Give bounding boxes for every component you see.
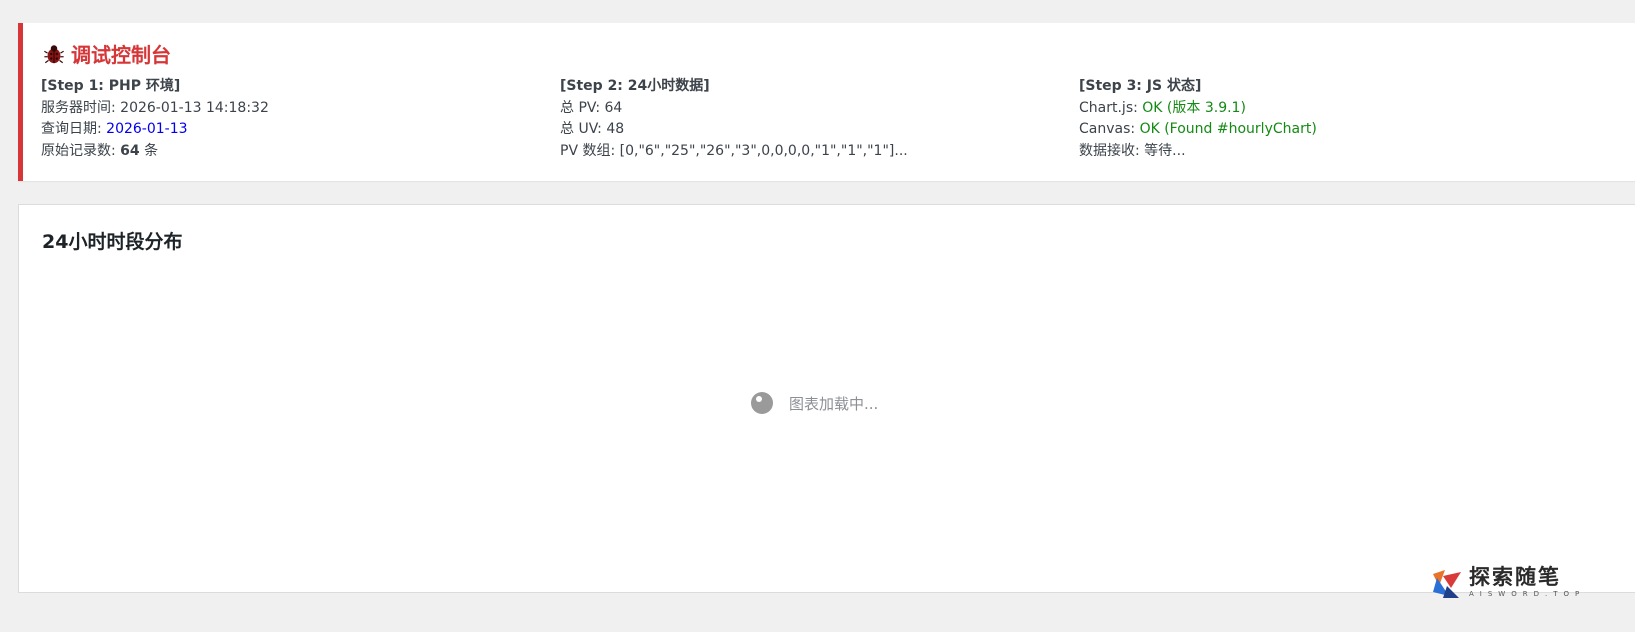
pv-array-label: PV 数组: [560,142,620,159]
canvas-status: OK (Found #hourlyChart) [1139,121,1317,137]
chartjs-status: OK (版本 3.9.1) [1142,99,1246,116]
total-uv-row: 总 UV: 48 [560,119,908,141]
canvas-label: Canvas: [1079,121,1140,137]
step2-column: [Step 2: 24小时数据] 总 PV: 64 总 UV: 48 PV 数组… [560,76,908,162]
watermark-en: AISWORD.TOP [1469,590,1586,598]
step3-header: [Step 3: JS 状态] [1079,78,1202,94]
total-pv-row: 总 PV: 64 [560,98,908,120]
debug-console-title: 调试控制台 [43,39,171,68]
watermark-logo-icon [1433,570,1461,598]
site-watermark: 探索随笔 AISWORD.TOP [1429,566,1585,602]
step1-header: [Step 1: PHP 环境] [41,78,181,94]
raw-count-label: 原始记录数: [41,142,121,159]
data-receive-status: 等待... [1144,142,1186,159]
query-date-label: 查询日期: [41,121,107,137]
loading-spinner-icon [751,392,773,414]
raw-count-row: 原始记录数: 64 条 [41,141,269,163]
watermark-text: 探索随笔 AISWORD.TOP [1469,566,1585,598]
server-time-row: 服务器时间: 2026-01-13 14:18:32 [41,98,269,120]
chartjs-row: Chart.js: OK (版本 3.9.1) [1079,98,1317,120]
step1-column: [Step 1: PHP 环境] 服务器时间: 2026-01-13 14:18… [41,76,269,162]
data-receive-label: 数据接收: [1079,142,1145,159]
query-date-row: 查询日期: 2026-01-13 [41,119,269,141]
step3-column: [Step 3: JS 状态] Chart.js: OK (版本 3.9.1) … [1079,76,1317,162]
chart-panel-title: 24小时时段分布 [42,231,183,253]
total-uv-label: 总 UV: [560,121,607,137]
total-pv-value: 64 [604,99,623,116]
hourly-chart-panel: 24小时时段分布 图表加载中... [18,204,1635,593]
query-date-value: 2026-01-13 [106,121,188,137]
raw-count-value: 64 [120,142,140,159]
raw-count-unit: 条 [139,142,159,159]
watermark-cn: 探索随笔 [1469,564,1561,589]
pv-array-row: PV 数组: [0,"6","25","26","3",0,0,0,0,"1",… [560,141,908,163]
canvas-row: Canvas: OK (Found #hourlyChart) [1079,119,1317,141]
server-time-value: 2026-01-13 14:18:32 [120,99,269,116]
total-uv-value: 48 [606,121,625,137]
bug-icon [44,44,64,63]
pv-array-value: [0,"6","25","26","3",0,0,0,0,"1","1","1"… [619,142,908,159]
chart-loading-indicator: 图表加载中... [751,392,878,414]
loading-text: 图表加载中... [789,394,879,413]
data-receive-row: 数据接收: 等待... [1079,141,1317,163]
total-pv-label: 总 PV: [560,99,605,116]
chartjs-label: Chart.js: [1079,99,1143,116]
debug-title-text: 调试控制台 [71,43,171,67]
debug-console-panel: 调试控制台 [Step 1: PHP 环境] 服务器时间: 2026-01-13… [18,23,1635,181]
server-time-label: 服务器时间: [41,99,121,116]
step2-header: [Step 2: 24小时数据] [560,78,710,94]
